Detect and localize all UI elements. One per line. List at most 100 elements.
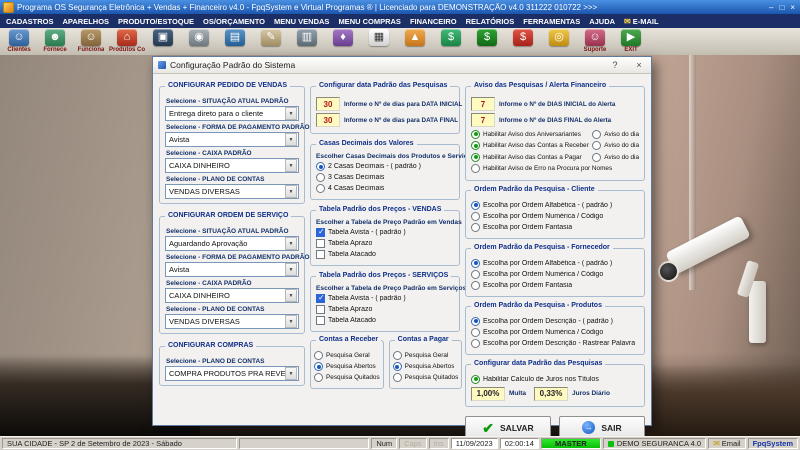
toolbar-button-produtos[interactable]: ⌂ Produtos Consert [109, 29, 145, 55]
dialog-close-button[interactable]: × [629, 60, 649, 70]
menu-cadastros[interactable]: CADASTROS [6, 17, 54, 26]
pagar-pesquisa-quitados-option[interactable]: Pesquisa Quitados [392, 373, 458, 382]
dias-data-inicial-input[interactable]: 30 [316, 97, 340, 111]
toolbar-button-funcionario[interactable]: ☺ Funciona [73, 29, 109, 55]
camera-icon: ◉ [189, 29, 209, 46]
config-dialog: Configuração Padrão do Sistema ? × CONFI… [152, 56, 652, 440]
fornecedor-ordem-numerica-option[interactable]: Escolha por Ordem Numérica / Código [471, 269, 639, 279]
pedido-caixa-select[interactable]: CAIXA DINHEIRO ▼ [165, 158, 299, 173]
menu-os-orcamento[interactable]: OS/ORÇAMENTO [203, 17, 265, 26]
fornecedor-ordem-fantasia-option[interactable]: Escolha por Ordem Fantasia [471, 280, 639, 290]
menu-compras[interactable]: MENU COMPRAS [338, 17, 401, 26]
select-value: CAIXA DINHEIRO [169, 291, 230, 300]
minimize-button[interactable]: – [769, 3, 773, 12]
os-caixa-select[interactable]: CAIXA DINHEIRO ▼ [165, 288, 299, 303]
radio-icon[interactable] [592, 152, 602, 162]
pedido-pagamento-select[interactable]: Avista ▼ [165, 132, 299, 147]
toolbar-button-receber[interactable]: $ [469, 29, 505, 55]
pedido-situacao-select[interactable]: Entrega direto para o cliente ▼ [165, 106, 299, 121]
habilitar-contas-receber-option[interactable]: Habilitar Aviso das Contas a Receber Avi… [471, 141, 639, 150]
alerta-dias-final-input[interactable]: 7 [471, 113, 495, 127]
habilitar-juros-option[interactable]: Habilitar Calculo de Juros nos Títulos [471, 374, 639, 384]
toolbar-label-clientes: Clientes [7, 47, 31, 53]
toolbar-button-aparelhos[interactable]: ▣ [145, 29, 181, 55]
aviso-do-dia-label: Aviso do dia [604, 153, 639, 161]
option-4-casas-decimais[interactable]: 4 Casas Decimais [316, 184, 454, 193]
produtos-ordem-descricao-option[interactable]: Escolha por Ordem Descrição - ( padrão ) [471, 316, 639, 326]
pedido-plano-select[interactable]: VENDAS DIVERSAS ▼ [165, 184, 299, 199]
os-situacao-select[interactable]: Aguardando Aprovação ▼ [165, 236, 299, 251]
os-pagamento-select[interactable]: Avista ▼ [165, 262, 299, 277]
servicos-tabela-avista-checkbox[interactable]: Tabela Avista - ( padrão ) [316, 293, 454, 303]
cliente-ordem-alfabetica-option[interactable]: Escolha por Ordem Alfabética - ( padrão … [471, 200, 639, 210]
dialog-help-button[interactable]: ? [605, 60, 625, 70]
menu-ajuda[interactable]: AJUDA [589, 17, 615, 26]
toolbar-button-calculadora[interactable]: ▦ [361, 29, 397, 55]
field-label: Selecione - SITUAÇÃO ATUAL PADRÃO [166, 228, 289, 235]
dialog-column-3: Aviso das Pesquisas / Alerta Financeiro … [465, 80, 645, 440]
option-label: Habilitar Aviso das Contas a Receber [483, 142, 589, 149]
produtos-ordem-rastrear-option[interactable]: Escolha por Ordem Descrição - Rastrear P… [471, 338, 639, 348]
menu-email[interactable]: ✉ E-MAIL [624, 17, 659, 26]
statusbar-email-label: Email [721, 439, 741, 448]
coins-icon: ◎ [549, 29, 569, 46]
toolbar-button-clientes[interactable]: ☺ Clientes [1, 29, 37, 55]
toolbar-button-pagar[interactable]: $ [505, 29, 541, 55]
pagar-pesquisa-abertos-option[interactable]: Pesquisa Abertos [392, 362, 459, 371]
toolbar-button-estoque[interactable]: ▤ [217, 29, 253, 55]
client-icon: ☺ [9, 29, 29, 46]
vendas-tabela-aprazo-checkbox[interactable]: Tabela Aprazo [316, 239, 454, 248]
group-title: Configurar data Padrão das Pesquisas [316, 82, 451, 89]
menu-produto-estoque[interactable]: PRODUTO/ESTOQUE [118, 17, 194, 26]
toolbar-button-vendas[interactable]: ♦ [325, 29, 361, 55]
alerta-dias-inicial-input[interactable]: 7 [471, 97, 495, 111]
servicos-tabela-aprazo-checkbox[interactable]: Tabela Aprazo [316, 305, 454, 314]
juros-diario-input[interactable]: 0,33% [533, 386, 568, 401]
option-2-casas-decimais[interactable]: 2 Casas Decimais - ( padrão ) [316, 162, 454, 171]
habilitar-contas-pagar-option[interactable]: Habilitar Aviso das Contas a Pagar Aviso… [471, 152, 639, 162]
vendas-tabela-avista-checkbox[interactable]: Tabela Avista - ( padrão ) [316, 227, 454, 237]
produtos-ordem-numerica-option[interactable]: Escolha por Ordem Numérica / Código [471, 327, 639, 337]
maximize-button[interactable]: □ [779, 3, 784, 12]
vendas-tabela-atacado-checkbox[interactable]: Tabela Atacado [316, 250, 454, 259]
toolbar-button-moedas[interactable]: ◎ [541, 29, 577, 55]
compras-plano-select[interactable]: COMPRA PRODUTOS PRA REVENDA ▼ [165, 366, 299, 381]
radio-icon [314, 373, 323, 382]
toolbar-button-graficos[interactable]: ▲ [397, 29, 433, 55]
pagar-pesquisa-geral-option[interactable]: Pesquisa Geral [392, 351, 459, 360]
calculator-icon: ▦ [369, 29, 389, 46]
cliente-ordem-fantasia-option[interactable]: Escolha por Ordem Fantasia [471, 222, 639, 232]
toolbar-button-ordem-servico[interactable]: ✎ [253, 29, 289, 55]
menu-aparelhos[interactable]: APARELHOS [63, 17, 110, 26]
multa-input[interactable]: 1,00% [471, 386, 505, 401]
toolbar-button-fornecedor[interactable]: ☻ Fornece [37, 29, 73, 55]
toolbar-button-cameras[interactable]: ◉ [181, 29, 217, 55]
habilitar-aniversariantes-option[interactable]: Habilitar Aviso dos Aniversariantes Avis… [471, 129, 639, 139]
fornecedor-ordem-alfabetica-option[interactable]: Escolha por Ordem Alfabética - ( padrão … [471, 258, 639, 268]
radio-icon [471, 316, 480, 326]
receber-pesquisa-abertos-option[interactable]: Pesquisa Abertos [314, 362, 380, 371]
supplier-icon: ☻ [45, 29, 65, 46]
field-label: Selecione - PLANO DE CONTAS [166, 358, 265, 365]
statusbar-email[interactable]: ✉ Email [708, 438, 746, 449]
cliente-ordem-numerica-option[interactable]: Escolha por Ordem Numérica / Código [471, 211, 639, 221]
menu-ferramentas[interactable]: FERRAMENTAS [523, 17, 580, 26]
toolbar-button-dinheiro[interactable]: $ [433, 29, 469, 55]
radio-icon[interactable] [592, 129, 602, 139]
option-3-casas-decimais[interactable]: 3 Casas Decimais [316, 173, 454, 182]
receber-pesquisa-quitados-option[interactable]: Pesquisa Quitados [314, 373, 380, 382]
menu-relatorios[interactable]: RELATÓRIOS [466, 17, 515, 26]
habilitar-erro-procura-option[interactable]: Habilitar Aviso de Erro na Procura por N… [471, 164, 639, 173]
toolbar-button-sair[interactable]: ▶ EXIT [613, 29, 649, 55]
os-plano-select[interactable]: VENDAS DIVERSAS ▼ [165, 314, 299, 329]
menu-financeiro[interactable]: FINANCEIRO [410, 17, 457, 26]
servicos-tabela-atacado-checkbox[interactable]: Tabela Atacado [316, 316, 454, 325]
menu-vendas[interactable]: MENU VENDAS [274, 17, 329, 26]
radio-icon[interactable] [592, 141, 602, 150]
option-label: Escolha por Ordem Alfabética - ( padrão … [483, 259, 613, 267]
receber-pesquisa-geral-option[interactable]: Pesquisa Geral [314, 351, 380, 360]
dias-data-final-input[interactable]: 30 [316, 113, 340, 127]
toolbar-button-suporte[interactable]: ☺ Suporte [577, 29, 613, 55]
close-button[interactable]: × [790, 3, 795, 12]
toolbar-button-impressao[interactable]: ▥ [289, 29, 325, 55]
